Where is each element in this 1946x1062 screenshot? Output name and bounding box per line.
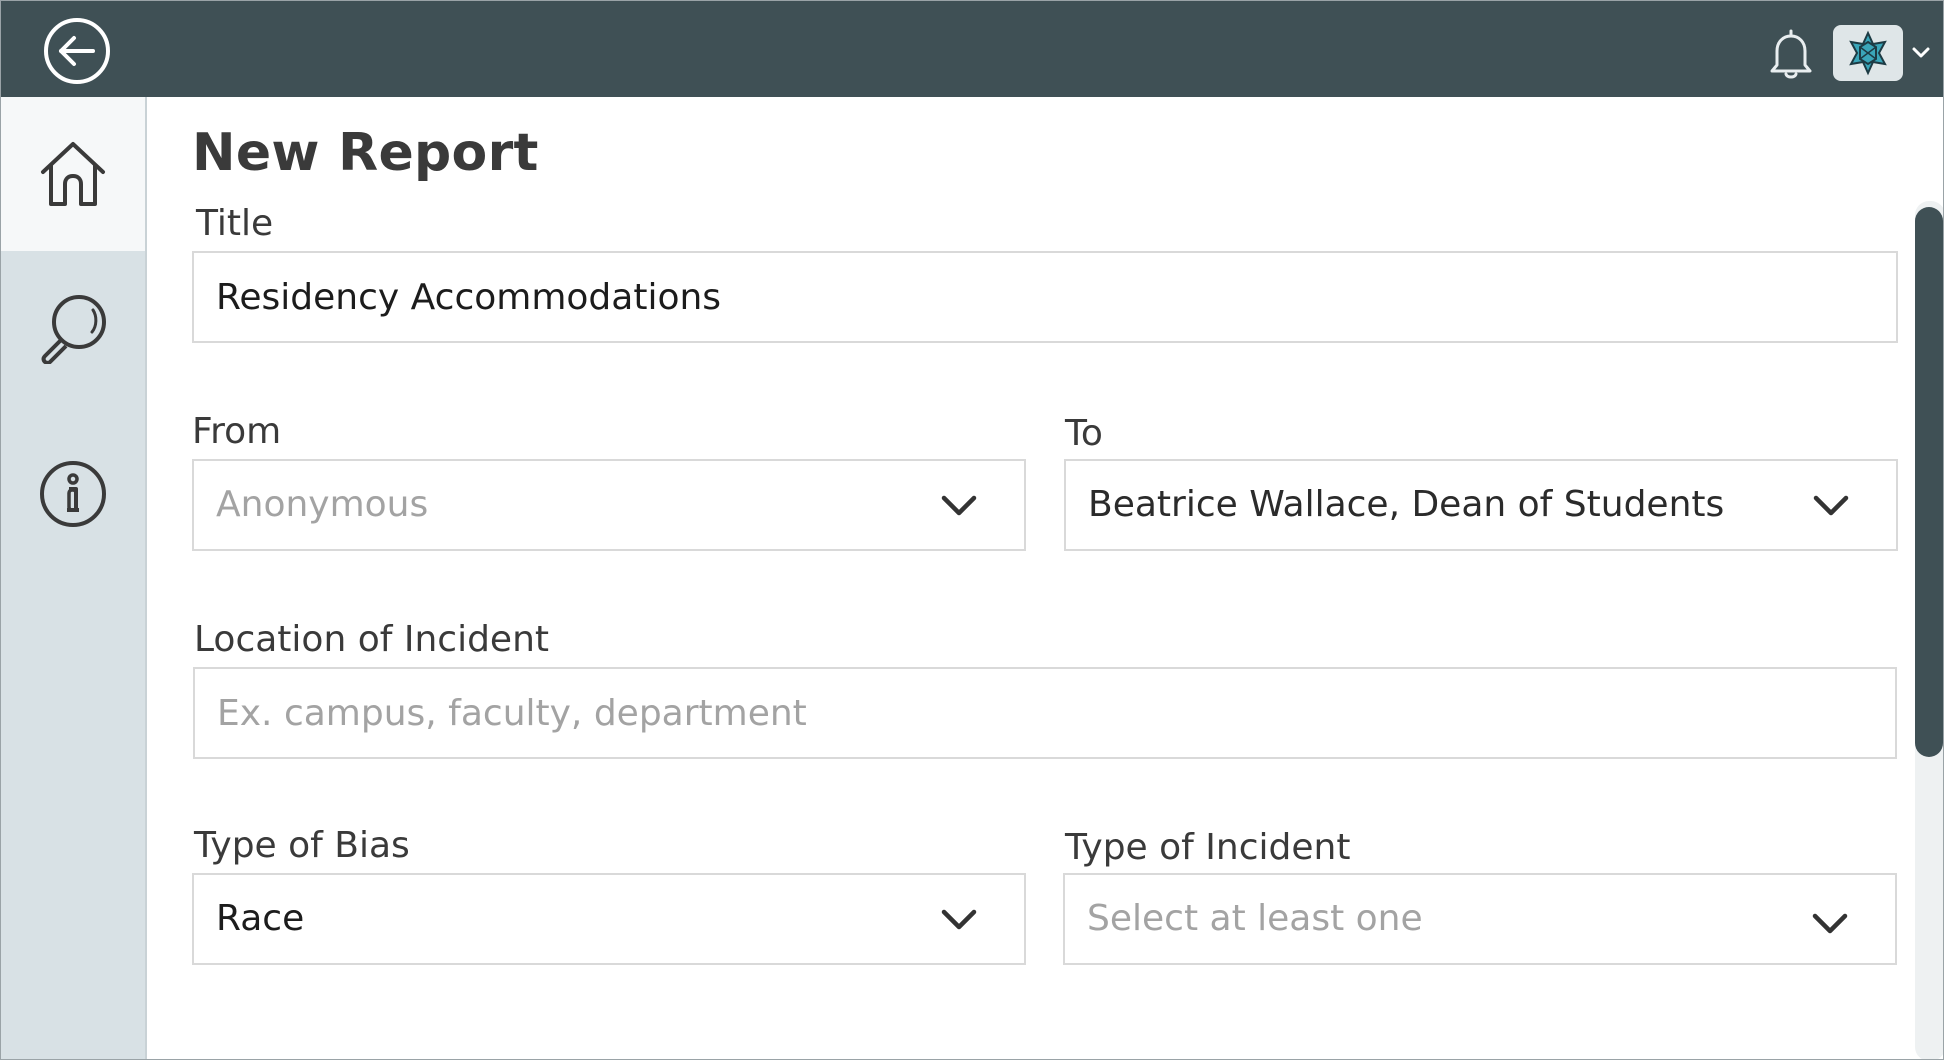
- profile-menu-button[interactable]: [1833, 25, 1933, 83]
- info-icon: [40, 461, 106, 527]
- title-field[interactable]: [192, 251, 1898, 343]
- to-label: To: [1065, 413, 1103, 454]
- bias-select-value: Race: [216, 898, 305, 939]
- bias-label: Type of Bias: [194, 825, 410, 866]
- report-form: New Report Title From Anonymous To Beatr…: [147, 97, 1943, 1059]
- top-bar: [1, 1, 1943, 97]
- location-input[interactable]: [195, 669, 1895, 757]
- incident-label: Type of Incident: [1065, 827, 1351, 868]
- sidebar-item-home[interactable]: [1, 97, 145, 251]
- sidebar-item-info[interactable]: [1, 417, 145, 571]
- chevron-down-icon: [941, 495, 977, 516]
- location-label: Location of Incident: [194, 619, 550, 660]
- incident-select[interactable]: Select at least one: [1063, 873, 1897, 965]
- bell-icon: [1770, 29, 1812, 79]
- sidebar-nav: [1, 97, 147, 1059]
- search-icon: [41, 295, 106, 364]
- location-field[interactable]: [193, 667, 1897, 759]
- chevron-down-icon: [1912, 47, 1930, 58]
- scrollbar-thumb[interactable]: [1915, 207, 1943, 757]
- arrow-left-circle-icon: [44, 18, 110, 84]
- chevron-down-icon: [1812, 913, 1848, 934]
- from-select-value: Anonymous: [216, 484, 429, 525]
- app-window: New Report Title From Anonymous To Beatr…: [0, 0, 1944, 1060]
- avatar: [1833, 25, 1903, 81]
- home-icon: [41, 142, 105, 206]
- to-select-value: Beatrice Wallace, Dean of Students: [1088, 484, 1725, 525]
- sidebar-item-search[interactable]: [1, 251, 145, 405]
- chevron-down-icon: [941, 909, 977, 930]
- title-label: Title: [196, 203, 274, 244]
- chevron-down-icon: [1813, 495, 1849, 516]
- incident-select-value: Select at least one: [1087, 898, 1423, 939]
- title-input[interactable]: [194, 253, 1896, 341]
- page-title: New Report: [192, 123, 539, 183]
- star-emblem-icon: [1849, 30, 1887, 76]
- from-select[interactable]: Anonymous: [192, 459, 1026, 551]
- from-label: From: [192, 411, 282, 452]
- to-select[interactable]: Beatrice Wallace, Dean of Students: [1064, 459, 1898, 551]
- back-button[interactable]: [43, 17, 111, 85]
- bias-select[interactable]: Race: [192, 873, 1026, 965]
- notifications-button[interactable]: [1767, 27, 1815, 81]
